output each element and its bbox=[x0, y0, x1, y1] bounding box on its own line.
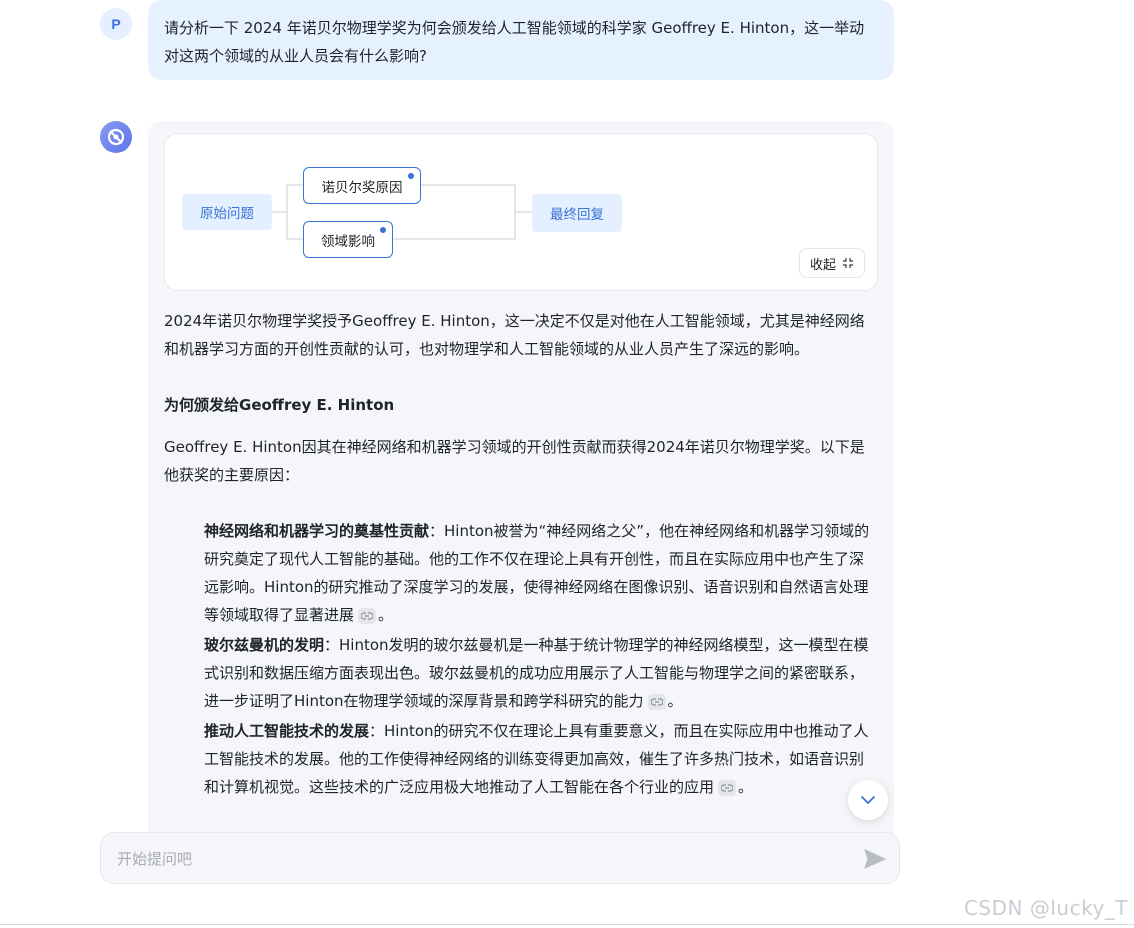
answer-summary: Geoffrey E. Hinton因其在神经网络和机器学习领域的开创性贡献而获… bbox=[164, 438, 865, 484]
mind-map-connectors bbox=[272, 184, 532, 240]
user-question-bubble: 请分析一下 2024 年诺贝尔物理学奖为何会颁发给人工智能领域的科学家 Geof… bbox=[148, 0, 894, 80]
list-item-end: 。 bbox=[738, 778, 754, 796]
scroll-to-bottom-button[interactable] bbox=[848, 780, 888, 820]
reason-list: 神经网络和机器学习的奠基性贡献：Hinton被誉为“神经网络之父”，他在神经网络… bbox=[164, 517, 878, 801]
collapse-icon bbox=[843, 258, 853, 268]
ai-answer-card: 原始问题 诺贝尔奖原因 领域影响 最终回复 收起 2024年诺贝尔物理学奖授予G… bbox=[148, 121, 894, 841]
list-item: 神经网络和机器学习的奠基性贡献：Hinton被誉为“神经网络之父”，他在神经网络… bbox=[204, 517, 878, 629]
list-item-end: 。 bbox=[667, 692, 683, 710]
answer-content: 2024年诺贝尔物理学奖授予Geoffrey E. Hinton，这一决定不仅是… bbox=[164, 307, 878, 803]
citation-link-icon[interactable] bbox=[718, 779, 737, 796]
answer-heading: 为何颁发给Geoffrey E. Hinton bbox=[164, 396, 395, 414]
mind-map-root-node[interactable]: 原始问题 bbox=[182, 194, 272, 230]
list-item-title: 玻尔兹曼机的发明 bbox=[204, 636, 325, 654]
mind-map-node-field-impact[interactable]: 领域影响 bbox=[303, 221, 393, 258]
mind-map-node-nobel-reason[interactable]: 诺贝尔奖原因 bbox=[303, 167, 421, 204]
list-item-end: 。 bbox=[378, 606, 394, 624]
chat-input[interactable] bbox=[117, 847, 837, 871]
node-dot-icon bbox=[380, 227, 386, 233]
watermark: CSDN @lucky_T bbox=[963, 896, 1128, 920]
send-button[interactable] bbox=[863, 847, 887, 871]
page-bottom-divider bbox=[0, 924, 1134, 925]
mind-map-node-label: 领域影响 bbox=[321, 233, 375, 250]
mind-map-final-node[interactable]: 最终回复 bbox=[532, 194, 622, 232]
mind-map: 原始问题 诺贝尔奖原因 领域影响 最终回复 收起 bbox=[164, 133, 878, 291]
list-item-title: 神经网络和机器学习的奠基性贡献 bbox=[204, 522, 430, 540]
collapse-label: 收起 bbox=[809, 257, 836, 273]
chat-input-box bbox=[100, 832, 900, 884]
answer-intro: 2024年诺贝尔物理学奖授予Geoffrey E. Hinton，这一决定不仅是… bbox=[164, 312, 865, 358]
citation-link-icon[interactable] bbox=[358, 607, 377, 624]
list-item-title: 推动人工智能技术的发展 bbox=[204, 722, 370, 740]
ai-logo-icon bbox=[107, 128, 125, 146]
collapse-button[interactable]: 收起 bbox=[799, 248, 865, 278]
ai-avatar bbox=[100, 121, 132, 153]
user-avatar: P bbox=[100, 8, 132, 40]
list-item: 玻尔兹曼机的发明：Hinton发明的玻尔兹曼机是一种基于统计物理学的神经网络模型… bbox=[204, 631, 878, 715]
node-dot-icon bbox=[408, 173, 414, 179]
list-item: 推动人工智能技术的发展：Hinton的研究不仅在理论上具有重要意义，而且在实际应… bbox=[204, 717, 878, 801]
mind-map-node-label: 诺贝尔奖原因 bbox=[321, 179, 403, 196]
citation-link-icon[interactable] bbox=[647, 693, 666, 710]
send-icon bbox=[864, 849, 886, 869]
chevron-down-icon bbox=[861, 796, 875, 804]
